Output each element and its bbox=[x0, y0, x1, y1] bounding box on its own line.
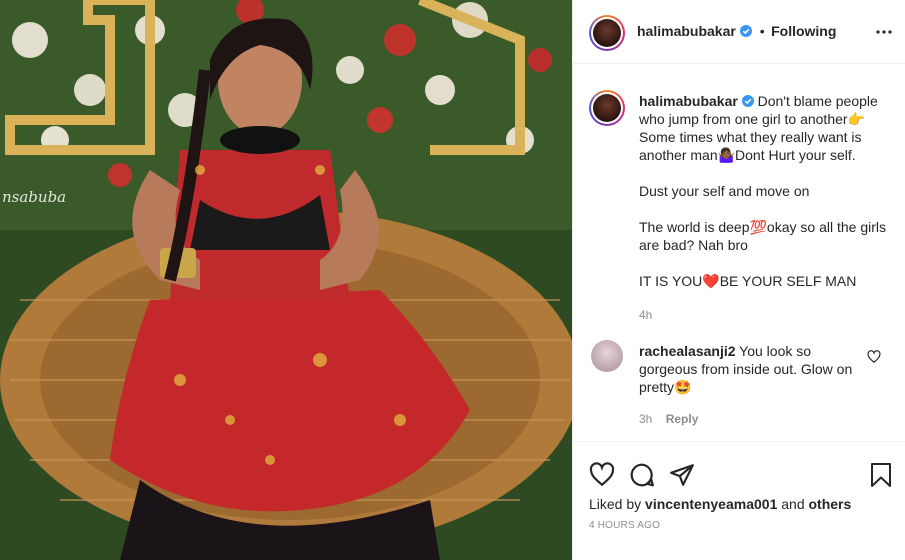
comment-body: rachealasanji2 You look so gorgeous from… bbox=[639, 342, 864, 428]
caption-text-5: IT IS YOU❤️BE YOUR SELF MAN bbox=[639, 273, 857, 289]
post-timestamp[interactable]: 4 HOURS AGO bbox=[589, 520, 660, 531]
post-header: halimabubakar • Following bbox=[573, 0, 905, 64]
commenter-avatar[interactable] bbox=[591, 340, 623, 372]
likes-joiner: and bbox=[781, 496, 805, 512]
likes-user[interactable]: vincentenyeama001 bbox=[645, 496, 777, 512]
share-icon[interactable] bbox=[669, 462, 695, 488]
post-photo[interactable]: nsabuba bbox=[0, 0, 572, 560]
commenter-username[interactable]: rachealasanji2 bbox=[639, 343, 736, 359]
likes-others[interactable]: others bbox=[809, 496, 852, 512]
more-icon[interactable] bbox=[875, 24, 893, 40]
post-details-panel: halimabubakar • Following halimabubakar bbox=[572, 0, 905, 560]
caption-text-3: Dust your self and move on bbox=[639, 183, 810, 199]
bookmark-icon[interactable] bbox=[869, 462, 893, 488]
caption-line-1: halimabubakar Don't blame people who jum… bbox=[639, 92, 891, 164]
caption-verified-badge-icon bbox=[741, 95, 754, 107]
caption-username[interactable]: halimabubakar bbox=[639, 93, 738, 109]
author-avatar[interactable] bbox=[589, 15, 625, 51]
comment-age[interactable]: 3h bbox=[639, 412, 652, 426]
author-username[interactable]: halimabubakar bbox=[637, 23, 736, 39]
caption-body: halimabubakar Don't blame people who jum… bbox=[639, 92, 891, 324]
caption-age[interactable]: 4h bbox=[639, 306, 891, 324]
comment-meta: 3h Reply bbox=[639, 410, 864, 428]
verified-badge-icon bbox=[740, 25, 753, 37]
heart-icon[interactable] bbox=[589, 462, 615, 488]
likes-prefix: Liked by bbox=[589, 496, 642, 512]
comment-like-heart-icon[interactable] bbox=[867, 350, 881, 364]
caption-text-2: Some times what they really want is anot… bbox=[639, 129, 862, 163]
reply-button[interactable]: Reply bbox=[666, 412, 699, 426]
caption-avatar[interactable] bbox=[589, 90, 625, 126]
author-line: halimabubakar • Following bbox=[637, 23, 836, 41]
post-photo-image bbox=[0, 0, 572, 560]
comment-icon[interactable] bbox=[629, 462, 655, 488]
caption-text-4: The world is deep💯okay so all the girls … bbox=[639, 219, 886, 253]
dot-separator: • bbox=[759, 23, 765, 39]
following-button[interactable]: Following bbox=[771, 23, 836, 39]
action-bar: Liked by vincentenyeama001 and others 4 … bbox=[573, 441, 905, 560]
likes-line: Liked by vincentenyeama001 and others bbox=[589, 496, 851, 512]
photographer-watermark: nsabuba bbox=[2, 188, 67, 206]
